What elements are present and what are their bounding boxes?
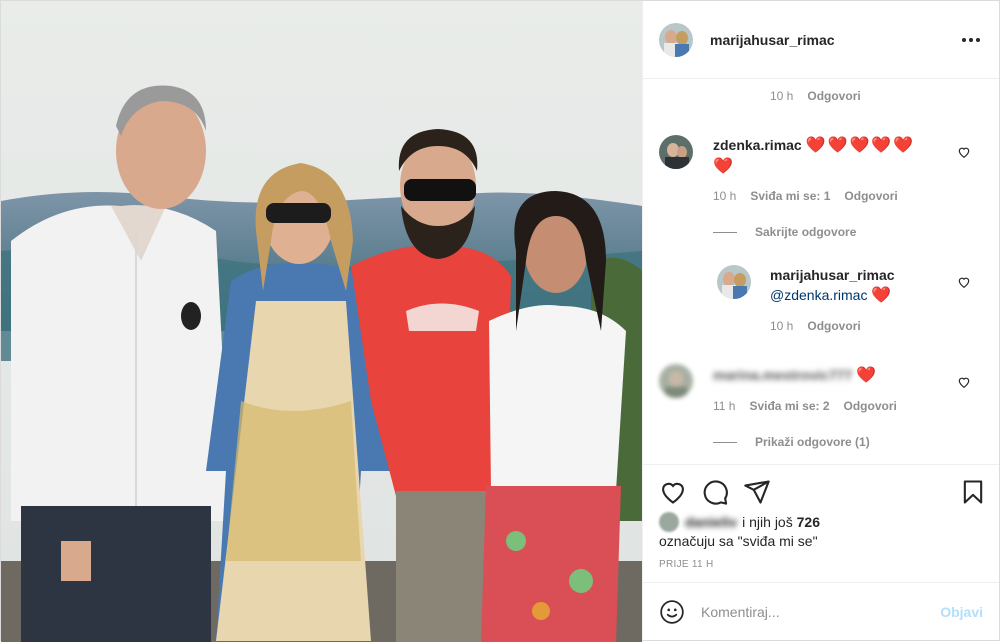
group-photo (1, 1, 642, 642)
post-side-panel: marijahusar_rimac 10 h Odgovori zdenka.r… (642, 1, 999, 640)
comment-body: zdenka.rimac ❤️❤️❤️❤️❤️ ❤️ (713, 135, 933, 177)
hide-replies-toggle[interactable]: Sakrijte odgovore (713, 225, 856, 239)
comment-body: marina.mestrovic777 ❤️ (713, 365, 878, 386)
reply-link[interactable]: Odgovori (844, 399, 897, 413)
comment-text-cont: ❤️ (713, 158, 735, 175)
post-timestamp[interactable]: PRIJE 11 H (659, 559, 714, 570)
liker-username[interactable]: danieliv (685, 514, 737, 530)
author-username[interactable]: marijahusar_rimac (710, 32, 959, 48)
liked-by-suffix: označuju sa "sviđa mi se" (659, 533, 818, 549)
mention-link[interactable]: @zdenka.rimac (770, 287, 867, 303)
show-replies-toggle[interactable]: Prikaži odgovore (1) (713, 435, 870, 449)
reply-time: 10 h (770, 319, 794, 333)
comment-time: 10 h (770, 89, 794, 103)
commenter-avatar[interactable] (659, 364, 693, 398)
post-photo[interactable] (1, 1, 642, 642)
save-bookmark-icon[interactable] (959, 478, 987, 506)
commenter-username[interactable]: marina.mestrovic777 (713, 367, 852, 383)
post-header: marijahusar_rimac (643, 1, 999, 79)
like-comment-heart-icon[interactable] (957, 375, 971, 389)
comment-likes-count[interactable]: Sviđa mi se: 2 (749, 399, 829, 413)
previous-comment-meta: 10 h Odgovori (770, 89, 861, 103)
comment-composer: Objavi (643, 582, 999, 640)
reply-author-avatar[interactable] (717, 265, 751, 299)
comment-time: 11 h (713, 399, 736, 413)
reply-body: marijahusar_rimac @zdenka.rimac ❤️ (770, 265, 895, 306)
like-reply-heart-icon[interactable] (957, 275, 971, 289)
reply-link[interactable]: Odgovori (807, 319, 860, 333)
show-replies-label: Prikaži odgovore (1) (755, 435, 870, 449)
commenter-avatar[interactable] (659, 135, 693, 169)
emoji-icon[interactable] (659, 599, 685, 625)
post-comment-button[interactable]: Objavi (940, 604, 983, 620)
author-avatar[interactable] (659, 22, 693, 57)
comment-text: ❤️❤️❤️❤️❤️ (805, 137, 916, 154)
divider-line (713, 231, 737, 233)
hide-replies-label: Sakrijte odgovore (755, 225, 857, 239)
comment-icon[interactable] (701, 478, 729, 506)
reply-username[interactable]: marijahusar_rimac (770, 265, 895, 285)
post-dialog: marijahusar_rimac 10 h Odgovori zdenka.r… (0, 0, 1000, 642)
comments-list[interactable]: 10 h Odgovori zdenka.rimac ❤️❤️❤️❤️❤️ ❤️ (643, 79, 999, 464)
more-options-icon[interactable] (959, 28, 983, 52)
liker-avatar (659, 512, 679, 532)
reply-text: ❤️ (871, 287, 894, 304)
like-heart-icon[interactable] (659, 478, 687, 506)
like-comment-heart-icon[interactable] (957, 145, 971, 159)
liked-by-line: danieliv i njih još 726 (659, 512, 820, 532)
comment-meta: 10 h Sviđa mi se: 1 Odgovori (713, 189, 898, 203)
comment-likes-count[interactable]: Sviđa mi se: 1 (750, 189, 830, 203)
reply-link[interactable]: Odgovori (844, 189, 897, 203)
comment-input[interactable] (701, 603, 941, 620)
comment-time: 10 h (713, 189, 737, 203)
post-actions: danieliv i njih još 726 označuju sa "svi… (643, 464, 999, 582)
comment-text: ❤️ (856, 367, 879, 384)
share-direct-icon[interactable] (743, 478, 771, 506)
divider-line (713, 441, 737, 443)
liked-by-rest: i njih još (742, 514, 793, 530)
commenter-username[interactable]: zdenka.rimac (713, 137, 802, 153)
comment-meta: 11 h Sviđa mi se: 2 Odgovori (713, 399, 897, 413)
likes-count[interactable]: 726 (797, 514, 820, 530)
reply-link[interactable]: Odgovori (807, 89, 860, 103)
reply-meta: 10 h Odgovori (770, 319, 861, 333)
